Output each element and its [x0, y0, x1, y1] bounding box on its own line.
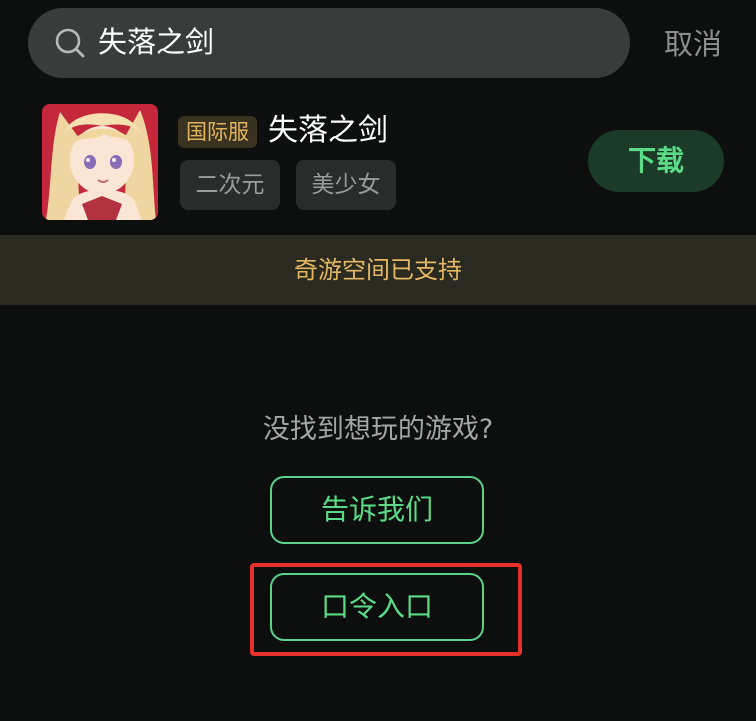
game-result-item[interactable]: 国际服 失落之剑 二次元 美少女 下载: [0, 92, 756, 234]
search-input[interactable]: 失落之剑: [98, 20, 214, 64]
tell-us-button[interactable]: 告诉我们: [270, 476, 484, 544]
search-icon[interactable]: [54, 27, 86, 59]
not-found-prompt: 没找到想玩的游戏?: [262, 414, 494, 445]
game-tag: 美少女: [296, 160, 396, 210]
download-button[interactable]: 下载: [588, 130, 724, 192]
game-tag: 二次元: [180, 160, 280, 210]
server-badge: 国际服: [178, 116, 257, 148]
anime-girl-game-icon[interactable]: [42, 104, 158, 220]
search-bar-row: 失落之剑 取消: [0, 0, 756, 92]
cancel-button[interactable]: 取消: [664, 22, 722, 66]
support-notice: 奇游空间已支持: [0, 235, 756, 305]
code-entry-button[interactable]: 口令入口: [270, 573, 484, 641]
game-title[interactable]: 失落之剑: [268, 110, 388, 152]
